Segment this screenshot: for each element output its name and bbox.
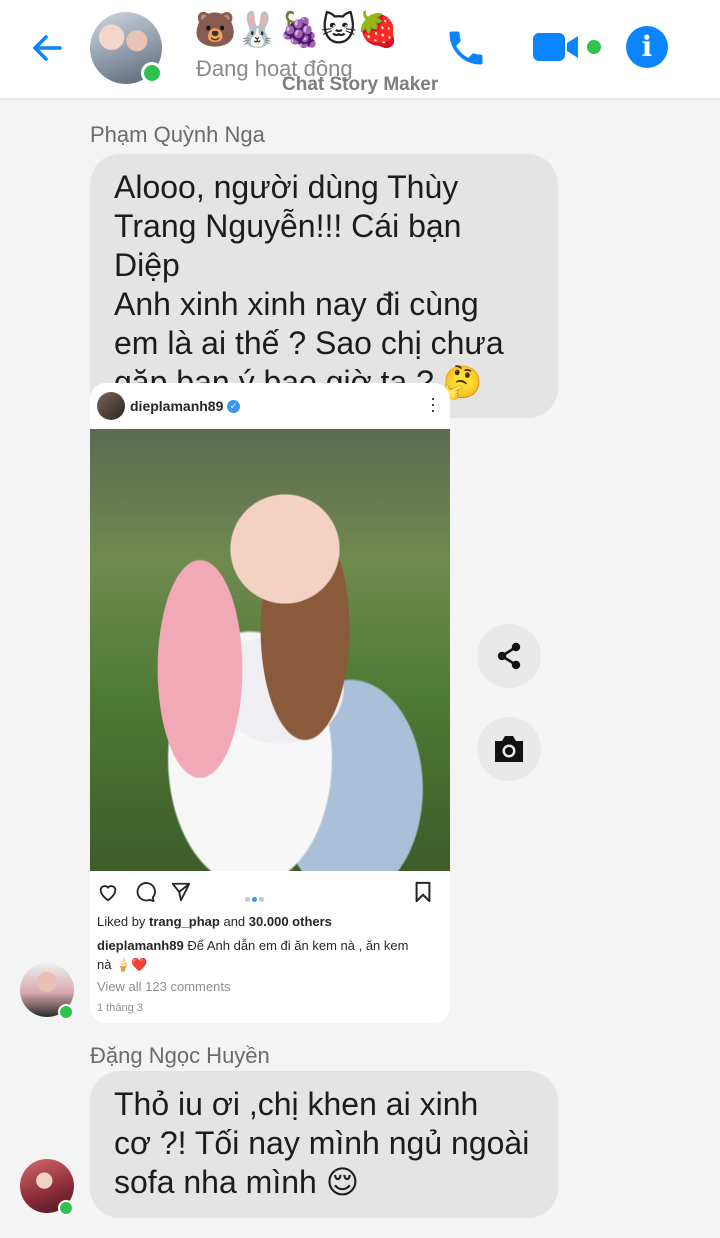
screenshot-button[interactable] xyxy=(477,717,541,781)
post-date: 1 tháng 3 xyxy=(97,1002,143,1014)
view-comments-link[interactable]: View all 123 comments xyxy=(97,977,230,996)
caption-text: Để Anh dẫn em đi ăn kem nà , ăn kem xyxy=(187,938,409,953)
post-username[interactable]: dieplamanh89 xyxy=(130,398,223,414)
online-indicator xyxy=(58,1200,74,1216)
share-nodes-icon xyxy=(497,642,521,670)
likes-count[interactable]: 30.000 others xyxy=(249,914,332,929)
phone-call-icon[interactable] xyxy=(444,26,488,70)
contact-title[interactable]: 🐻🐰🍇🐱🍓 xyxy=(194,8,399,52)
liked-by-user[interactable]: trang_phap xyxy=(149,914,220,929)
message-line: Thỏ iu ơi ,chị khen ai xinh xyxy=(114,1086,479,1122)
liked-by-label: Liked by xyxy=(97,914,146,929)
bookmark-icon[interactable] xyxy=(413,881,433,903)
conversation-header: 🐻🐰🍇🐱🍓 Đang hoạt động Chat Story Maker i xyxy=(0,0,720,100)
camera-icon xyxy=(495,736,523,762)
verified-badge-icon: ✓ xyxy=(227,400,240,413)
message-line: Anh xinh xinh nay đi cùng xyxy=(114,286,479,322)
caption-line-2: nà 🍦❤️ xyxy=(97,957,148,972)
heart-icon[interactable] xyxy=(97,881,119,903)
more-options-icon[interactable]: · · · xyxy=(430,389,436,419)
message-line: em là ai thế ? Sao chị chưa xyxy=(114,325,504,361)
share-icon[interactable] xyxy=(170,881,192,903)
message-line: cơ ?! Tối nay mình ngủ ngoài xyxy=(114,1125,530,1161)
post-photo[interactable] xyxy=(90,429,450,871)
likes-line: Liked by trang_phap and 30.000 others xyxy=(97,912,332,931)
share-message-button[interactable] xyxy=(477,624,541,688)
video-call-icon[interactable] xyxy=(532,30,582,64)
view-all-label: View all xyxy=(97,979,142,994)
message-bubble[interactable]: Alooo, người dùng Thùy Trang Nguyễn!!! C… xyxy=(90,154,558,418)
info-icon[interactable]: i xyxy=(626,26,668,68)
post-author-avatar[interactable] xyxy=(97,392,125,420)
sender-name: Đặng Ngọc Huyền xyxy=(90,1043,270,1068)
sender-name: Phạm Quỳnh Nga xyxy=(90,122,265,147)
video-status-dot xyxy=(587,40,601,54)
back-arrow-icon[interactable] xyxy=(28,28,68,68)
message-list[interactable]: Phạm Quỳnh Nga Alooo, người dùng Thùy Tr… xyxy=(0,100,720,1238)
comments-count: 123 comments xyxy=(145,979,231,994)
message-line: Alooo, người dùng Thùy xyxy=(114,169,459,205)
watermark: Chat Story Maker xyxy=(282,74,439,95)
carousel-dots xyxy=(245,889,266,907)
comment-icon[interactable] xyxy=(134,881,156,903)
online-indicator xyxy=(141,62,163,84)
post-actions xyxy=(90,875,450,909)
instagram-post-card[interactable]: dieplamanh89 ✓ · · · Liked by trang_phap… xyxy=(90,383,450,1023)
caption-line: dieplamanh89 Để Anh dẫn em đi ăn kem nà … xyxy=(97,936,408,955)
message-line: Trang Nguyễn!!! Cái bạn Diệp xyxy=(114,208,462,283)
online-indicator xyxy=(58,1004,74,1020)
message-line: sofa nha mình 😌 xyxy=(114,1164,360,1200)
caption-username[interactable]: dieplamanh89 xyxy=(97,938,184,953)
liked-by-and: and xyxy=(223,914,246,929)
post-header: dieplamanh89 ✓ · · · xyxy=(90,383,450,429)
message-bubble[interactable]: Thỏ iu ơi ,chị khen ai xinh cơ ?! Tối na… xyxy=(90,1071,558,1218)
